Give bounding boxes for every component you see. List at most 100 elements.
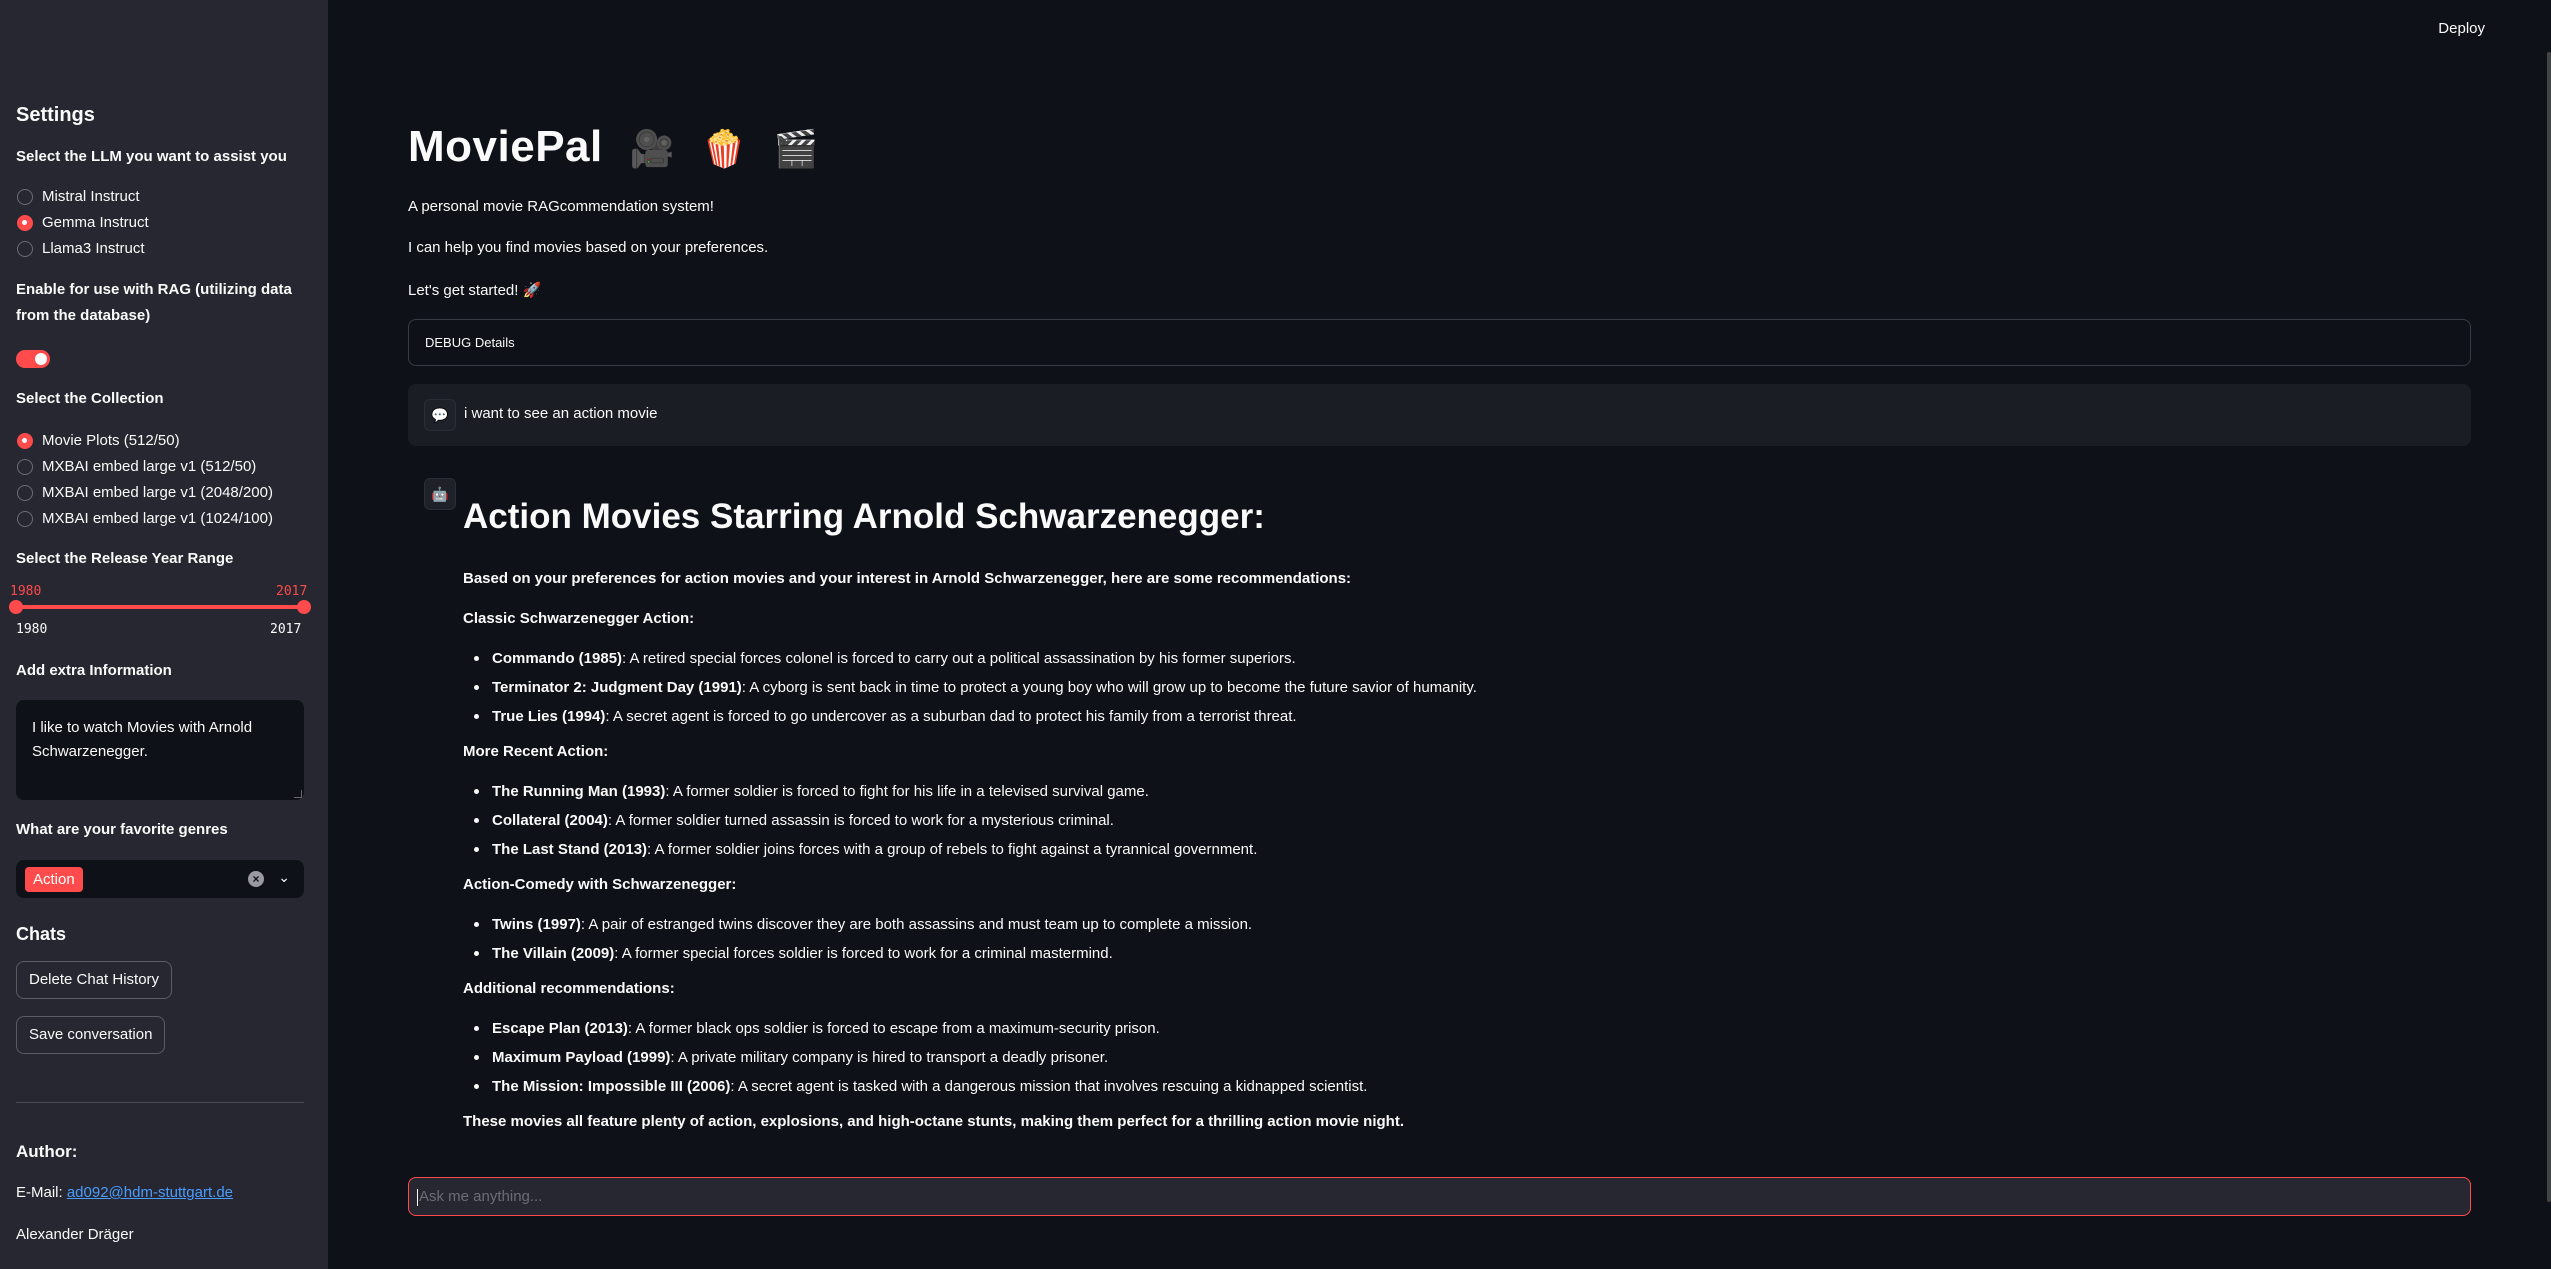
radio-label: MXBAI embed large v1 (2048/200) — [42, 484, 273, 501]
chevron-down-icon[interactable]: ⌄ — [278, 869, 290, 886]
radio-label: MXBAI embed large v1 (1024/100) — [42, 510, 273, 527]
debug-expander[interactable]: DEBUG Details — [408, 319, 2471, 366]
movie-title: True Lies (1994) — [492, 708, 606, 725]
movie-title: The Villain (2009) — [492, 945, 615, 962]
sidebar-divider — [16, 1102, 304, 1103]
radio-circle[interactable] — [17, 240, 33, 257]
rag-label-line2: from the database) — [16, 307, 151, 324]
response-intro: Based on your preferences for action mov… — [463, 570, 1352, 587]
text-caret — [417, 1188, 418, 1206]
radio-circle-selected[interactable] — [17, 214, 33, 231]
movie-description: : A retired special forces colonel is fo… — [622, 650, 1296, 667]
slider-max-label: 2017 — [270, 622, 302, 637]
assistant-message: Action Movies Starring Arnold Schwarzene… — [463, 490, 2453, 1151]
camera-icon: 🎥 — [629, 128, 675, 170]
genres-multiselect[interactable]: Action × ⌄ — [16, 860, 304, 898]
resize-grip-icon[interactable] — [294, 790, 302, 798]
radio-label: MXBAI embed large v1 (512/50) — [42, 458, 257, 475]
list-item: The Villain (2009): A former special for… — [463, 943, 2453, 964]
clapperboard-icon: 🎬 — [773, 128, 819, 170]
list-item: The Last Stand (2013): A former soldier … — [463, 839, 2453, 860]
radio-circle[interactable] — [17, 510, 33, 527]
list-item: Twins (1997): A pair of estranged twins … — [463, 914, 2453, 935]
movie-title: The Running Man (1993) — [492, 783, 666, 800]
collection-option-mxbai-1024[interactable]: MXBAI embed large v1 (1024/100) — [17, 510, 273, 527]
section-title: Classic Schwarzenegger Action: — [463, 610, 695, 627]
user-message-text: i want to see an action movie — [464, 405, 658, 422]
textarea-line2: Schwarzenegger. — [32, 743, 148, 760]
recommendation-list: The Running Man (1993): A former soldier… — [463, 781, 2453, 860]
movie-title: Terminator 2: Judgment Day (1991) — [492, 679, 742, 696]
list-item: Maximum Payload (1999): A private milita… — [463, 1047, 2453, 1068]
email-line: E-Mail: ad092@hdm-stuttgart.de — [16, 1184, 233, 1201]
scrollbar[interactable] — [2547, 52, 2551, 1202]
radio-label: Llama3 Instruct — [42, 240, 145, 257]
slider-value-low: 1980 — [10, 584, 42, 599]
toggle-knob — [35, 353, 47, 365]
genre-tag-action[interactable]: Action — [25, 867, 83, 892]
movie-title: The Last Stand (2013) — [492, 841, 648, 858]
movie-description: : A secret agent is tasked with a danger… — [730, 1078, 1368, 1095]
collection-option-mxbai-2048[interactable]: MXBAI embed large v1 (2048/200) — [17, 484, 273, 501]
slider-min-label: 1980 — [16, 622, 48, 637]
clear-icon[interactable]: × — [248, 871, 264, 887]
year-range-slider[interactable] — [16, 605, 305, 609]
radio-label: Movie Plots (512/50) — [42, 432, 180, 449]
collection-option-movie-plots[interactable]: Movie Plots (512/50) — [17, 432, 180, 449]
textarea-line1: I like to watch Movies with Arnold — [32, 719, 253, 736]
radio-circle[interactable] — [17, 188, 33, 205]
response-sections: Classic Schwarzenegger Action: Commando (… — [463, 608, 2453, 1097]
collection-option-mxbai-512[interactable]: MXBAI embed large v1 (512/50) — [17, 458, 256, 475]
chat-input[interactable]: Ask me anything... — [408, 1177, 2471, 1216]
list-item: Terminator 2: Judgment Day (1991): A cyb… — [463, 677, 2453, 698]
extra-info-textarea[interactable]: I like to watch Movies with Arnold Schwa… — [16, 700, 304, 800]
rag-toggle[interactable] — [16, 350, 50, 368]
movie-description: : A former soldier is forced to fight fo… — [665, 783, 1149, 800]
intro-text-1: A personal movie RAGcommendation system! — [408, 198, 714, 215]
list-item: The Running Man (1993): A former soldier… — [463, 781, 2453, 802]
radio-circle[interactable] — [17, 484, 33, 501]
intro-text-3: Let's get started! 🚀 — [408, 282, 542, 299]
email-link[interactable]: ad092@hdm-stuttgart.de — [67, 1184, 233, 1201]
year-range-label: Select the Release Year Range — [16, 550, 234, 567]
list-item: Commando (1985): A retired special force… — [463, 648, 2453, 669]
llm-option-gemma[interactable]: Gemma Instruct — [17, 214, 149, 231]
deploy-button[interactable]: Deploy — [2438, 20, 2485, 37]
list-item: True Lies (1994): A secret agent is forc… — [463, 706, 2453, 727]
recommendation-list: Escape Plan (2013): A former black ops s… — [463, 1018, 2453, 1097]
genres-label: What are your favorite genres — [16, 821, 228, 838]
user-message: 💬 i want to see an action movie — [408, 384, 2471, 446]
movie-title: Commando (1985) — [492, 650, 623, 667]
list-item: The Mission: Impossible III (2006): A se… — [463, 1076, 2453, 1097]
popcorn-icon: 🍿 — [701, 128, 747, 170]
movie-description: : A former black ops soldier is forced t… — [627, 1020, 1160, 1037]
llm-label: Select the LLM you want to assist you — [16, 148, 287, 165]
response-outro: These movies all feature plenty of actio… — [463, 1113, 1404, 1130]
intro-text-2: I can help you find movies based on your… — [408, 239, 769, 256]
radio-circle-selected[interactable] — [17, 432, 33, 449]
radio-label: Gemma Instruct — [42, 214, 149, 231]
movie-description: : A pair of estranged twins discover the… — [580, 916, 1253, 933]
slider-handle-low[interactable] — [9, 600, 23, 614]
section-title: Action-Comedy with Schwarzenegger: — [463, 876, 737, 893]
movie-title: The Mission: Impossible III (2006) — [492, 1078, 731, 1095]
movie-title: Twins (1997) — [492, 916, 581, 933]
recommendation-list: Twins (1997): A pair of estranged twins … — [463, 914, 2453, 964]
delete-chat-history-button[interactable]: Delete Chat History — [16, 961, 173, 999]
radio-circle[interactable] — [17, 458, 33, 475]
settings-heading: Settings — [16, 104, 95, 126]
recommendation-list: Commando (1985): A retired special force… — [463, 648, 2453, 727]
author-name: Alexander Dräger — [16, 1226, 134, 1243]
page-title: MoviePal 🎥 🍿 🎬 — [408, 122, 819, 172]
llm-option-mistral[interactable]: Mistral Instruct — [17, 188, 140, 205]
slider-handle-high[interactable] — [297, 600, 311, 614]
llm-option-llama3[interactable]: Llama3 Instruct — [17, 240, 145, 257]
movie-description: : A cyborg is sent back in time to prote… — [741, 679, 1477, 696]
list-item: Escape Plan (2013): A former black ops s… — [463, 1018, 2453, 1039]
movie-description: : A secret agent is forced to go underco… — [605, 708, 1297, 725]
movie-description: : A private military company is hired to… — [670, 1049, 1109, 1066]
save-conversation-button[interactable]: Save conversation — [16, 1016, 166, 1054]
sidebar: Settings Select the LLM you want to assi… — [0, 0, 328, 1269]
slider-value-high: 2017 — [276, 584, 308, 599]
movie-title: Maximum Payload (1999) — [492, 1049, 671, 1066]
